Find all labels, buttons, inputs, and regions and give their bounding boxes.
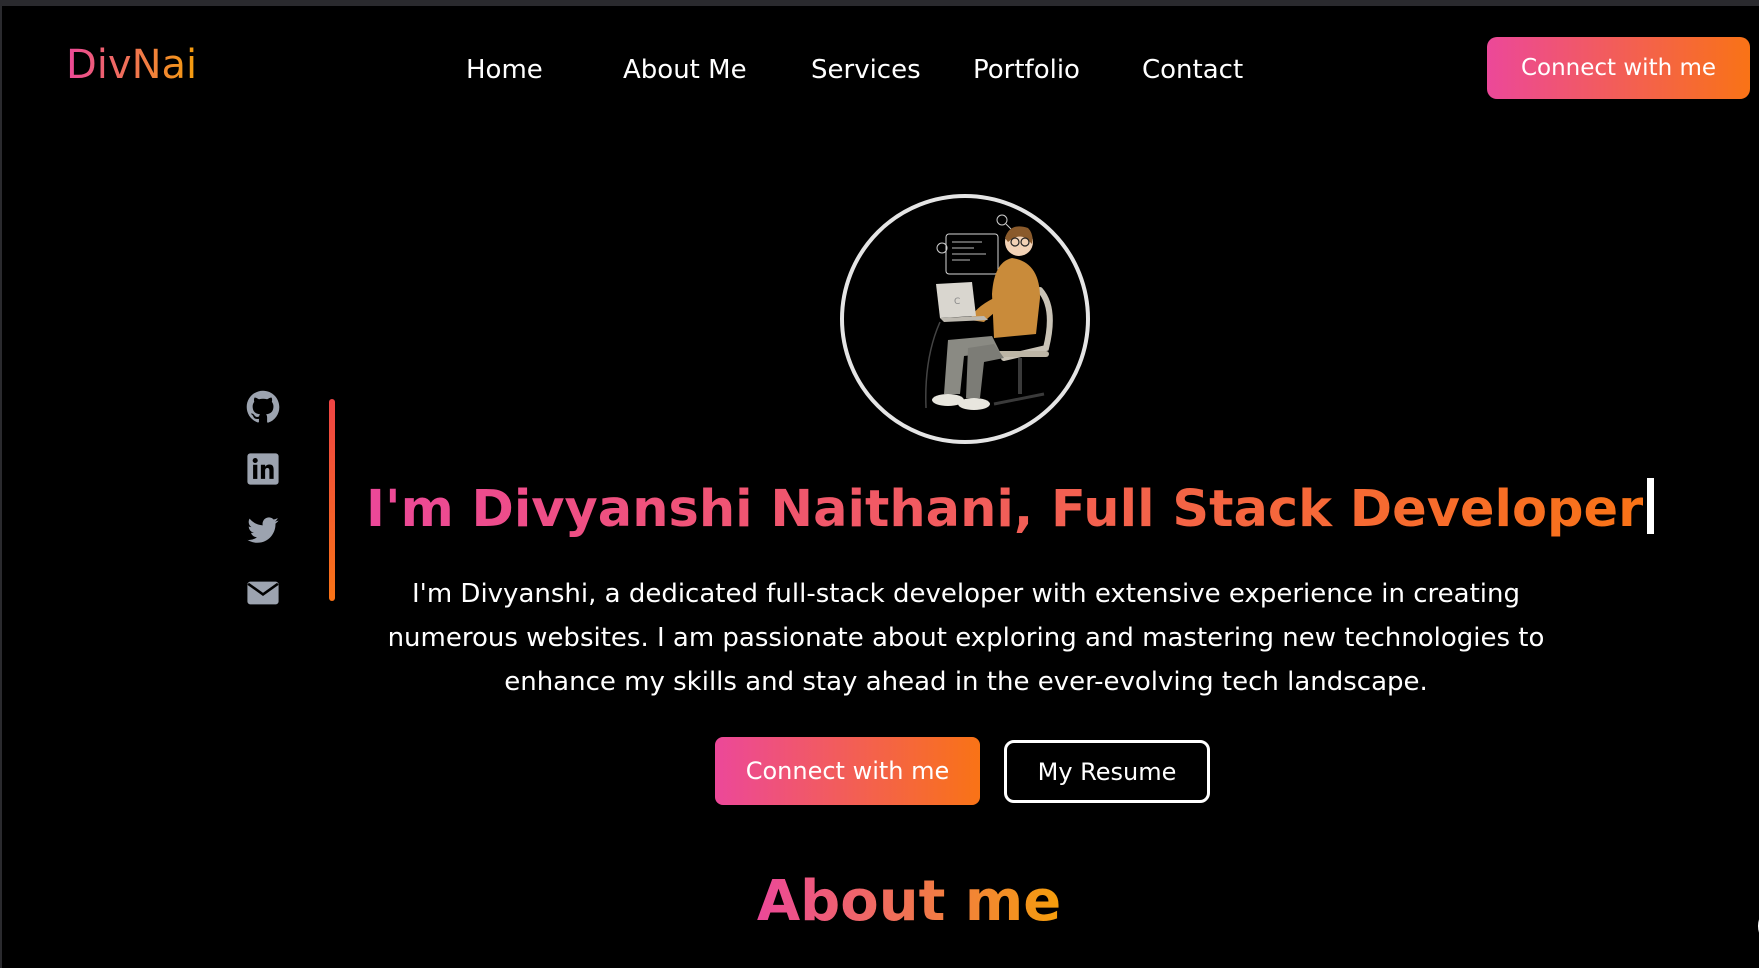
svg-text:C: C — [954, 297, 960, 307]
typing-caret — [1647, 478, 1655, 534]
floating-widget-icon[interactable] — [1752, 838, 1759, 958]
page-viewport: DivNai Home About Me Services Portfolio … — [2, 6, 1759, 968]
envelope-icon[interactable] — [246, 576, 280, 610]
twitter-icon[interactable] — [246, 514, 280, 548]
accent-bar — [329, 399, 335, 601]
site-logo[interactable]: DivNai — [66, 42, 197, 88]
nav-about-me[interactable]: About Me — [623, 55, 811, 85]
nav-portfolio[interactable]: Portfolio — [973, 55, 1142, 85]
hero-headline: I'm Divyanshi Naithani, Full Stack Devel… — [366, 478, 1655, 535]
hero-headline-text: I'm Divyanshi Naithani, Full Stack Devel… — [366, 480, 1644, 539]
nav-home[interactable]: Home — [466, 55, 623, 85]
nav-services[interactable]: Services — [811, 55, 973, 85]
linkedin-icon[interactable] — [246, 452, 280, 486]
developer-illustration: C — [925, 214, 1053, 410]
hero-connect-button[interactable]: Connect with me — [715, 737, 980, 805]
social-links — [246, 390, 280, 638]
about-title: About me — [756, 869, 1062, 934]
nav-contact[interactable]: Contact — [1142, 55, 1243, 85]
avatar: C — [840, 194, 1090, 444]
hero-intro: I'm Divyanshi, a dedicated full-stack de… — [387, 579, 1545, 697]
resume-button[interactable]: My Resume — [1004, 740, 1210, 803]
github-icon[interactable] — [246, 390, 280, 424]
main-nav: Home About Me Services Portfolio Contact — [466, 55, 1243, 85]
header-connect-button[interactable]: Connect with me — [1487, 37, 1750, 99]
